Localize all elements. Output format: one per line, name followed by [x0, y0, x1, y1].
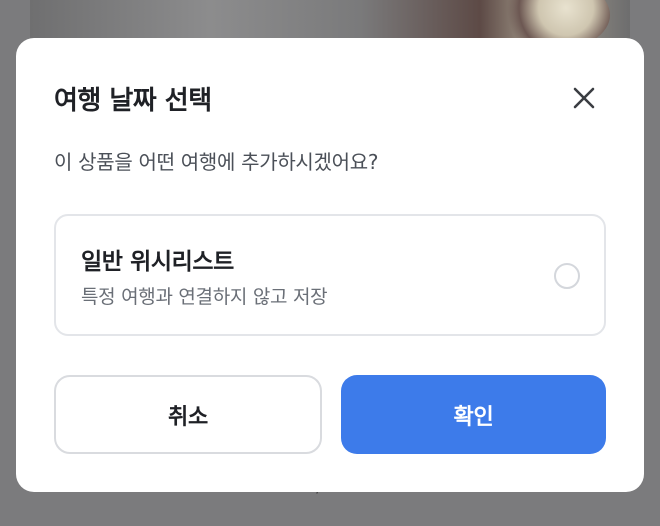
- confirm-button[interactable]: 확인: [341, 375, 606, 454]
- cancel-button[interactable]: 취소: [54, 375, 322, 454]
- close-icon: [573, 87, 595, 109]
- close-button[interactable]: [568, 82, 600, 114]
- dialog-title: 여행 날짜 선택: [54, 86, 212, 116]
- trip-select-dialog: 여행 날짜 선택 이 상품을 어떤 여행에 추가하시겠어요? 일반 위시리스트 …: [16, 38, 644, 492]
- dialog-subtitle: 이 상품을 어떤 여행에 추가하시겠어요?: [54, 150, 379, 174]
- option-description: 특정 여행과 연결하지 않고 저장: [81, 286, 328, 308]
- option-radio[interactable]: [554, 263, 580, 289]
- option-general-wishlist[interactable]: 일반 위시리스트 특정 여행과 연결하지 않고 저장: [54, 214, 606, 336]
- option-title: 일반 위시리스트: [81, 249, 234, 275]
